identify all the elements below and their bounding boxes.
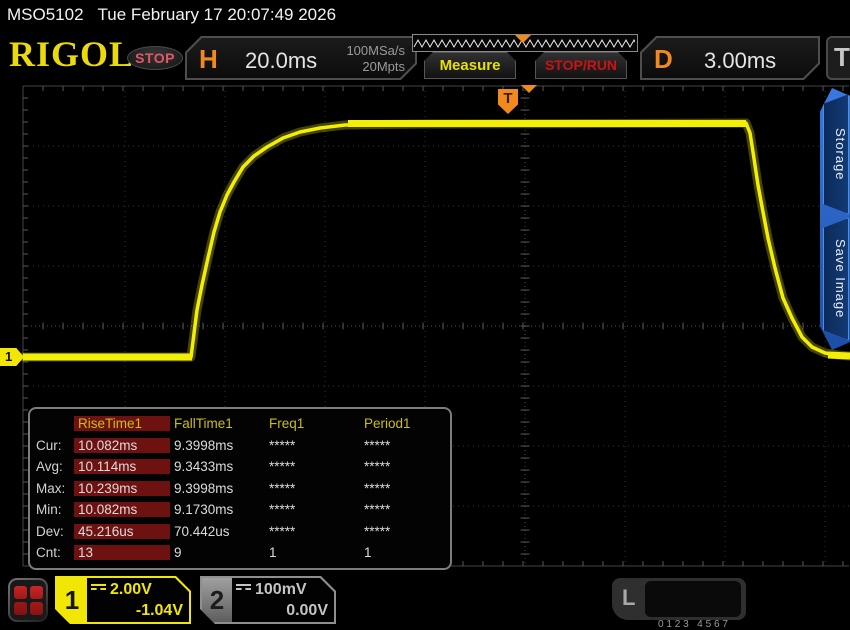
measurement-value: 9.1730ms (170, 502, 265, 517)
channel1-badge[interactable]: 1 2.00V -1.04V (55, 576, 191, 624)
measurement-column-header: FallTime1 (170, 416, 265, 431)
measurement-value: 9.3998ms (170, 481, 265, 496)
measurement-value: 1 (360, 545, 454, 560)
tab-save-image[interactable]: Save Image (823, 218, 849, 340)
measurement-value: ***** (265, 502, 360, 517)
measurement-value: 70.442us (170, 524, 265, 539)
measurement-row-label: Max: (32, 481, 74, 496)
d-label: D (654, 44, 673, 75)
measurement-row-label: Dev: (32, 524, 74, 539)
measurement-value: 9.3998ms (170, 438, 265, 453)
channel2-number: 2 (202, 578, 232, 622)
measure-button[interactable]: Measure (424, 52, 516, 79)
memory-position-bar (412, 34, 638, 52)
waveform-display: T 1 Storage Save Image RiseTime1FallTime… (0, 85, 850, 570)
horizontal-panel[interactable]: H 20.0ms 100MSa/s 20Mpts (185, 36, 417, 80)
measurement-value: 10.082ms (74, 438, 170, 453)
logic-analyzer-badge[interactable]: L 0 1 2 3 4 5 6 7 8 9 10 11 12 13 14 15 (612, 578, 746, 620)
measurement-row-label: Cnt: (32, 545, 74, 560)
trigger-position-icon (521, 85, 537, 93)
measurement-value: 10.114ms (74, 459, 170, 474)
trigger-panel[interactable]: T (826, 36, 850, 80)
channel1-scale: 2.00V (110, 581, 152, 598)
measurement-value: ***** (360, 524, 454, 539)
dc-coupling-icon (236, 584, 251, 593)
measurement-value: ***** (360, 459, 454, 474)
measurement-value: 10.239ms (74, 481, 170, 496)
top-info-bar: MSO5102 Tue February 17 20:07:49 2026 (0, 0, 850, 30)
dc-coupling-icon (91, 584, 106, 593)
channel1-number: 1 (57, 578, 87, 622)
memory-position-marker-icon (515, 35, 531, 43)
measurement-value: 10.082ms (74, 502, 170, 517)
measurement-value: 45.216us (74, 524, 170, 539)
measurement-value: 13 (74, 545, 170, 560)
channel1-offset: -1.04V (91, 600, 183, 621)
measurement-column-header: Freq1 (265, 416, 360, 431)
channel2-badge[interactable]: 2 100mV 0.00V (200, 576, 336, 624)
memory-depth: 20Mpts (346, 59, 405, 75)
delay-panel[interactable]: D 3.00ms (640, 36, 820, 80)
measurement-value: ***** (360, 481, 454, 496)
measurement-value: ***** (265, 524, 360, 539)
grid-menu-button[interactable] (8, 578, 48, 622)
sample-rate-block: 100MSa/s 20Mpts (346, 43, 405, 75)
logic-label: L (622, 585, 635, 611)
measurement-row-label: Cur: (32, 438, 74, 453)
d-value: 3.00ms (704, 48, 776, 74)
h-scale-value: 20.0ms (245, 48, 317, 74)
measurement-value: ***** (265, 438, 360, 453)
bottom-bar: 1 2.00V -1.04V 2 100mV 0.00V L 0 1 2 3 4… (0, 570, 850, 630)
stop-run-button[interactable]: STOP/RUN (535, 52, 627, 79)
tab-storage[interactable]: Storage (823, 94, 849, 214)
grid-menu-icon (10, 580, 46, 620)
measurement-table: RiseTime1FallTime1Freq1Period1Cur:10.082… (28, 407, 452, 570)
header-bar: RIGOL STOP H 20.0ms 100MSa/s 20Mpts Meas… (0, 30, 850, 85)
channel2-scale: 100mV (255, 581, 307, 598)
measurement-row-label: Min: (32, 502, 74, 517)
measurement-value: ***** (265, 459, 360, 474)
measurement-value: ***** (360, 502, 454, 517)
measurement-value: ***** (360, 438, 454, 453)
side-menu-strip: Storage Save Image (820, 88, 850, 350)
model-name: MSO5102 (7, 5, 84, 25)
measurement-value: 1 (265, 545, 360, 560)
logic-channel-numbers: 0 1 2 3 4 5 6 7 8 9 10 11 12 13 14 15 (645, 581, 741, 617)
measurement-value: 9.3433ms (170, 459, 265, 474)
measurement-value: 9 (170, 545, 265, 560)
measurement-value: ***** (265, 481, 360, 496)
run-state-badge: STOP (127, 46, 183, 70)
rigol-logo: RIGOL (9, 33, 134, 75)
datetime: Tue February 17 20:07:49 2026 (98, 5, 336, 25)
measurement-row-label: Avg: (32, 459, 74, 474)
measurement-column-header: Period1 (360, 416, 454, 431)
oscilloscope-screen: MSO5102 Tue February 17 20:07:49 2026 RI… (0, 0, 850, 630)
channel2-offset: 0.00V (236, 600, 328, 621)
h-label: H (199, 44, 218, 75)
sample-rate: 100MSa/s (346, 43, 405, 59)
measurement-column-header: RiseTime1 (74, 416, 170, 431)
